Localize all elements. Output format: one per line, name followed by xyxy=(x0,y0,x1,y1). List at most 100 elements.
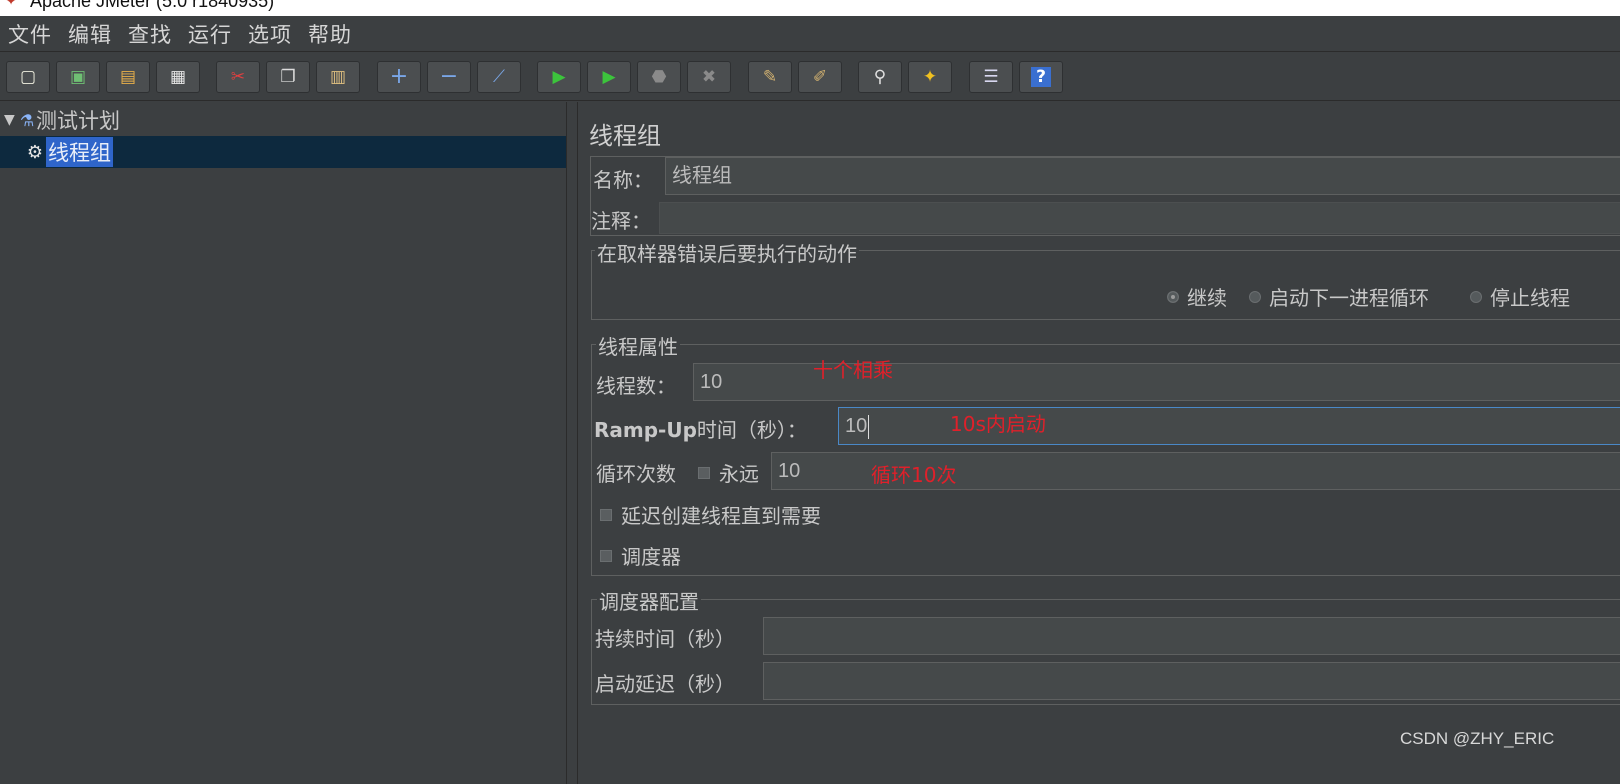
toolbar: ▢ ▣ ▤ ▦ ✂ ❐ ▥ + − ⟋ ▶ ▶ ⬣ ✖ ✎ ✐ ⚲ ✦ ☰ ? xyxy=(0,53,1620,101)
checkbox-label: 调度器 xyxy=(621,545,681,569)
clear-button[interactable]: ✎ xyxy=(748,61,792,93)
clear-all-button[interactable]: ✐ xyxy=(798,61,842,93)
open-icon: ▤ xyxy=(119,67,137,87)
help-icon: ? xyxy=(1031,67,1051,87)
duration-label: 持续时间（秒） xyxy=(595,627,735,651)
comment-label: 注释： xyxy=(591,209,651,233)
startup-delay-label: 启动延迟（秒） xyxy=(595,672,735,696)
start-button[interactable]: ▶ xyxy=(537,61,581,93)
menu-edit[interactable]: 编辑 xyxy=(68,19,112,49)
jmeter-feather-icon: ✦ xyxy=(6,0,17,8)
start-no-pause-icon: ▶ xyxy=(602,67,616,87)
paste-button[interactable]: ▥ xyxy=(316,61,360,93)
scheduler-checkbox[interactable]: 调度器 xyxy=(600,541,681,570)
window-title: Apache JMeter (5.0 r1840935) xyxy=(30,0,275,11)
clear-icon: ✎ xyxy=(762,67,778,87)
rampup-annotation: 10s内启动 xyxy=(950,412,1046,436)
new-icon: ▢ xyxy=(19,67,37,87)
new-button[interactable]: ▢ xyxy=(6,61,50,93)
name-label: 名称： xyxy=(593,168,653,192)
test-plan-tree: ▼ ⚗ 测试计划 ⚙ 线程组 xyxy=(0,102,567,784)
split-pane-divider[interactable] xyxy=(567,102,578,784)
shutdown-button[interactable]: ✖ xyxy=(687,61,731,93)
menu-help[interactable]: 帮助 xyxy=(308,19,352,49)
radio-continue[interactable]: 继续 xyxy=(1167,282,1227,311)
thread-group-panel: 线程组 名称： 线程组 注释： 在取样器错误后要执行的动作 继续 启动下一进程循… xyxy=(579,102,1620,784)
radio-stop-thread[interactable]: 停止线程 xyxy=(1470,282,1570,311)
forever-checkbox[interactable]: 永远 xyxy=(698,458,759,487)
templates-button[interactable]: ▣ xyxy=(56,61,100,93)
radio-start-next-loop[interactable]: 启动下一进程循环 xyxy=(1249,282,1429,311)
rampup-unit-label: 时间（秒）： xyxy=(696,418,807,442)
cut-icon: ✂ xyxy=(230,67,246,87)
checkbox-unchecked-icon xyxy=(698,466,710,479)
checkbox-unchecked-icon xyxy=(600,549,612,562)
watermark: CSDN @ZHY_ERIC xyxy=(1400,729,1555,748)
clear-all-icon: ✐ xyxy=(812,67,828,87)
radio-dot-icon xyxy=(1470,290,1482,303)
scheduler-config-title: 调度器配置 xyxy=(597,586,701,615)
collapse-all-button[interactable]: − xyxy=(427,61,471,93)
save-button[interactable]: ▦ xyxy=(156,61,200,93)
open-button[interactable]: ▤ xyxy=(106,61,150,93)
rampup-label: Ramp-Up时间（秒）： xyxy=(594,414,807,443)
start-no-pauses-button[interactable]: ▶ xyxy=(587,61,631,93)
delay-thread-creation-checkbox[interactable]: 延迟创建线程直到需要 xyxy=(600,500,821,529)
threads-label: 线程数： xyxy=(596,374,676,398)
title-bar: ✦ Apache JMeter (5.0 r1840935) xyxy=(0,0,1620,16)
tree-node-test-plan[interactable]: ▼ ⚗ 测试计划 xyxy=(0,104,120,136)
save-icon: ▦ xyxy=(169,67,187,87)
name-field[interactable]: 线程组 xyxy=(665,157,1620,195)
help-button[interactable]: ? xyxy=(1019,61,1063,93)
rampup-bold-label: Ramp-Up xyxy=(594,418,697,442)
checkbox-label: 延迟创建线程直到需要 xyxy=(621,504,821,528)
templates-icon: ▣ xyxy=(69,67,87,87)
menu-file[interactable]: 文件 xyxy=(8,19,52,49)
radio-label: 继续 xyxy=(1187,286,1227,310)
stop-icon: ⬣ xyxy=(651,67,667,87)
tree-node-thread-group[interactable]: ⚙ 线程组 xyxy=(0,136,566,168)
checkbox-unchecked-icon xyxy=(600,508,612,521)
page-title: 线程组 xyxy=(589,122,661,150)
cut-button[interactable]: ✂ xyxy=(216,61,260,93)
reset-search-button[interactable]: ✦ xyxy=(908,61,952,93)
copy-icon: ❐ xyxy=(280,67,296,87)
paste-icon: ▥ xyxy=(329,67,347,87)
tree-node-label: 测试计划 xyxy=(36,109,120,133)
toggle-icon: ⟋ xyxy=(493,67,505,87)
stop-button[interactable]: ⬣ xyxy=(637,61,681,93)
menu-run[interactable]: 运行 xyxy=(188,19,232,49)
radio-dot-icon xyxy=(1249,290,1261,303)
loop-annotation: 循环10次 xyxy=(871,463,957,487)
shutdown-icon: ✖ xyxy=(701,67,717,87)
function-helper-icon: ☰ xyxy=(983,67,999,87)
expand-icon: + xyxy=(389,64,409,89)
start-icon: ▶ xyxy=(552,67,566,87)
startup-delay-field[interactable] xyxy=(763,662,1620,700)
duration-field[interactable] xyxy=(763,617,1620,655)
checkbox-label: 永远 xyxy=(719,462,759,486)
expand-all-button[interactable]: + xyxy=(377,61,421,93)
text-caret xyxy=(868,414,870,439)
thread-properties-title: 线程属性 xyxy=(596,331,680,360)
copy-button[interactable]: ❐ xyxy=(266,61,310,93)
search-button[interactable]: ⚲ xyxy=(858,61,902,93)
collapse-icon: − xyxy=(439,64,459,89)
test-plan-flask-icon: ⚗ xyxy=(19,110,35,130)
threads-annotation: 十个相乘 xyxy=(813,358,893,382)
rampup-value: 10 xyxy=(845,415,868,437)
error-action-title: 在取样器错误后要执行的动作 xyxy=(595,238,859,267)
radio-label: 停止线程 xyxy=(1490,286,1570,310)
menu-bar: 文件 编辑 查找 运行 选项 帮助 xyxy=(0,16,1620,52)
loop-count-label: 循环次数 xyxy=(596,462,676,486)
comment-field[interactable] xyxy=(659,202,1620,234)
menu-options[interactable]: 选项 xyxy=(248,19,292,49)
reset-search-icon: ✦ xyxy=(922,67,938,87)
tree-node-label: 线程组 xyxy=(46,137,113,167)
function-helper-button[interactable]: ☰ xyxy=(969,61,1013,93)
search-icon: ⚲ xyxy=(873,67,887,87)
tree-expand-arrow-icon[interactable]: ▼ xyxy=(4,112,18,128)
gear-icon: ⚙ xyxy=(26,141,44,163)
toggle-button[interactable]: ⟋ xyxy=(477,61,521,93)
menu-search[interactable]: 查找 xyxy=(128,19,172,49)
